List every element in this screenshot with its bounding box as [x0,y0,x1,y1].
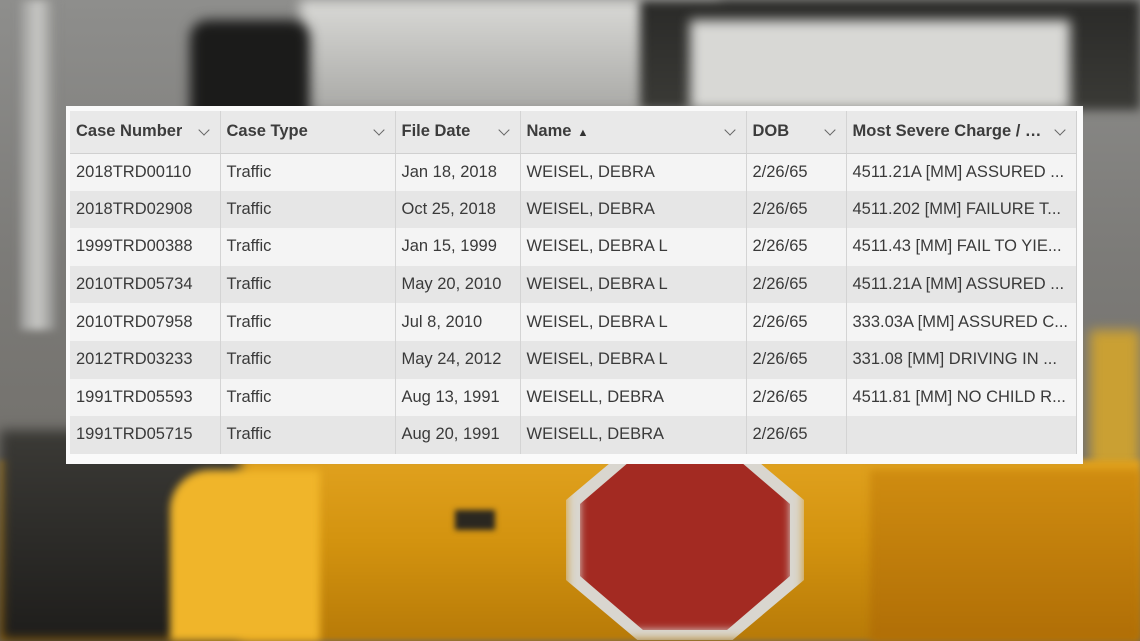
cell-name: WEISEL, DEBRA L [520,228,747,266]
cell-name: WEISEL, DEBRA L [520,303,747,341]
cell-file-date: May 20, 2010 [395,265,521,304]
cell-charge [846,416,1077,454]
cell-charge: 4511.81 [MM] NO CHILD R... [846,378,1077,417]
cell-case-type: Traffic [220,303,396,341]
cell-case-number[interactable]: 2010TRD07958 [70,303,221,341]
table-row[interactable]: 1999TRD00388 Traffic Jan 15, 1999 WEISEL… [70,228,1077,266]
cell-case-type: Traffic [220,340,396,379]
cell-dob: 2/26/65 [746,340,847,379]
cell-case-number[interactable]: 2010TRD05734 [70,265,221,304]
table-header-row: Case Number Case Type File Date Name ▲ D… [70,111,1077,154]
cell-dob: 2/26/65 [746,228,847,266]
chevron-down-icon[interactable] [823,124,836,136]
cell-file-date: Aug 13, 1991 [395,378,521,417]
cell-dob: 2/26/65 [746,153,847,191]
cell-case-number[interactable]: 1991TRD05715 [70,416,221,454]
column-header-label: File Date [401,122,471,141]
cell-file-date: Jul 8, 2010 [395,303,521,341]
column-header-label: Name ▲ [526,122,589,141]
cell-dob: 2/26/65 [746,303,847,341]
chevron-down-icon[interactable] [497,124,510,136]
cell-case-number[interactable]: 2018TRD02908 [70,190,221,229]
column-header-most-severe-charge[interactable]: Most Severe Charge / Op... [846,111,1077,154]
cell-case-number[interactable]: 2018TRD00110 [70,153,221,191]
table-row[interactable]: 2012TRD03233 Traffic May 24, 2012 WEISEL… [70,340,1077,379]
cell-name: WEISELL, DEBRA [520,416,747,454]
table-row[interactable]: 2010TRD05734 Traffic May 20, 2010 WEISEL… [70,265,1077,304]
column-header-label: Case Type [226,122,308,141]
cell-charge: 4511.202 [MM] FAILURE T... [846,190,1077,229]
table-row[interactable]: 2010TRD07958 Traffic Jul 8, 2010 WEISEL,… [70,303,1077,341]
cell-case-number[interactable]: 1991TRD05593 [70,378,221,417]
column-header-label: Case Number [76,122,183,141]
cell-file-date: Oct 25, 2018 [395,190,521,229]
column-header-case-number[interactable]: Case Number [70,111,221,154]
column-header-name[interactable]: Name ▲ [520,111,747,154]
results-table: Case Number Case Type File Date Name ▲ D… [70,111,1077,454]
chevron-down-icon[interactable] [372,124,385,136]
cell-name: WEISEL, DEBRA L [520,340,747,379]
background-sign [690,20,1070,110]
chevron-down-icon[interactable] [723,124,736,136]
cell-case-number[interactable]: 1999TRD00388 [70,228,221,266]
cell-charge: 4511.21A [MM] ASSURED ... [846,265,1077,304]
cell-file-date: May 24, 2012 [395,340,521,379]
background-bus-panel [870,470,1140,641]
sort-ascending-icon: ▲ [577,127,589,140]
column-header-dob[interactable]: DOB [746,111,847,154]
case-search-results-grid: Case Number Case Type File Date Name ▲ D… [66,106,1083,464]
column-header-file-date[interactable]: File Date [395,111,521,154]
chevron-down-icon[interactable] [1053,124,1066,136]
cell-case-type: Traffic [220,190,396,229]
cell-file-date: Jan 15, 1999 [395,228,521,266]
cell-name: WEISEL, DEBRA L [520,265,747,304]
cell-case-type: Traffic [220,265,396,304]
cell-dob: 2/26/65 [746,378,847,417]
cell-file-date: Jan 18, 2018 [395,153,521,191]
cell-case-type: Traffic [220,228,396,266]
cell-charge: 4511.43 [MM] FAIL TO YIE... [846,228,1077,266]
cell-name: WEISEL, DEBRA [520,190,747,229]
cell-case-number[interactable]: 2012TRD03233 [70,340,221,379]
cell-charge: 331.08 [MM] DRIVING IN ... [846,340,1077,379]
background-bus-handle [455,510,495,530]
background-bus-edge [1090,330,1140,470]
background-stop-sign [580,450,790,630]
cell-file-date: Aug 20, 1991 [395,416,521,454]
table-row[interactable]: 2018TRD00110 Traffic Jan 18, 2018 WEISEL… [70,153,1077,191]
cell-name: WEISELL, DEBRA [520,378,747,417]
cell-dob: 2/26/65 [746,190,847,229]
background-pole [20,0,56,330]
background-bus-front [170,470,320,641]
cell-case-type: Traffic [220,378,396,417]
cell-charge: 333.03A [MM] ASSURED C... [846,303,1077,341]
chevron-down-icon[interactable] [197,124,210,136]
cell-dob: 2/26/65 [746,416,847,454]
table-row[interactable]: 1991TRD05715 Traffic Aug 20, 1991 WEISEL… [70,416,1077,454]
table-row[interactable]: 2018TRD02908 Traffic Oct 25, 2018 WEISEL… [70,190,1077,229]
column-header-label: DOB [752,122,790,141]
cell-case-type: Traffic [220,416,396,454]
cell-charge: 4511.21A [MM] ASSURED ... [846,153,1077,191]
cell-case-type: Traffic [220,153,396,191]
cell-name: WEISEL, DEBRA [520,153,747,191]
table-row[interactable]: 1991TRD05593 Traffic Aug 13, 1991 WEISEL… [70,378,1077,417]
column-header-label: Most Severe Charge / Op... [852,122,1048,141]
cell-dob: 2/26/65 [746,265,847,304]
column-header-case-type[interactable]: Case Type [220,111,396,154]
